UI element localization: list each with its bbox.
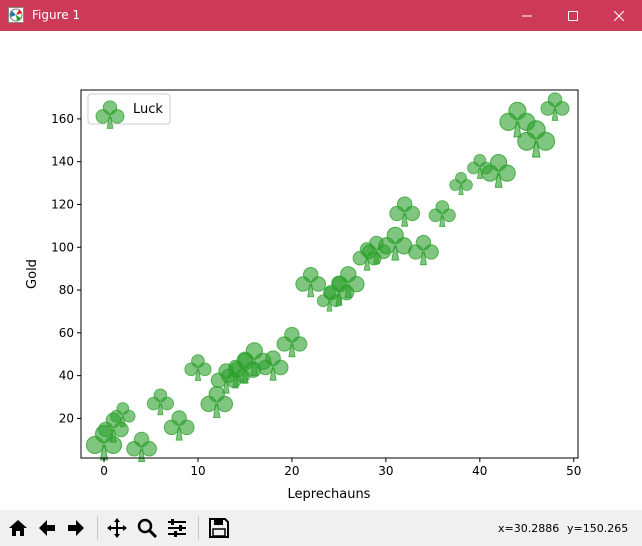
club-marker (184, 354, 212, 382)
club-marker (126, 431, 157, 463)
y-tick-label: 60 (59, 326, 74, 340)
club-marker (295, 266, 327, 298)
y-tick-label: 100 (51, 240, 74, 254)
club-marker (481, 153, 516, 188)
x-tick-label: 10 (190, 464, 205, 478)
zoom-button[interactable] (134, 515, 160, 541)
matplotlib-app-icon (8, 7, 24, 23)
y-tick-label: 140 (51, 155, 74, 169)
minimize-icon (522, 15, 532, 16)
sliders-icon (168, 519, 186, 537)
back-arrow-icon (39, 520, 55, 536)
close-icon (614, 10, 624, 21)
y-tick-label: 20 (59, 411, 74, 425)
configure-subplots-button[interactable] (164, 515, 190, 541)
x-tick-label: 20 (284, 464, 299, 478)
club-marker (449, 171, 473, 196)
window-title: Figure 1 (32, 8, 81, 22)
figure-canvas[interactable]: 0 10 20 30 40 50 20 40 60 80 100 120 140 160 Leprech… (0, 31, 642, 510)
maximize-icon (568, 10, 578, 21)
y-tick-label: 160 (51, 112, 74, 126)
pan-arrows-icon (107, 518, 127, 538)
forward-arrow-icon (68, 520, 84, 536)
legend-label: Luck (133, 102, 163, 117)
title-bar: Figure 1 (0, 0, 642, 31)
club-marker (408, 234, 439, 266)
cursor-y-readout: y=150.265 (567, 522, 629, 535)
legend: Luck (87, 93, 171, 129)
navigation-toolbar: x=30.2886 y=150.265 (0, 510, 642, 546)
home-button[interactable] (5, 515, 31, 541)
forward-button[interactable] (63, 515, 89, 541)
x-tick-label: 50 (566, 464, 581, 478)
cursor-x-readout: x=30.2886 (498, 522, 560, 535)
back-button[interactable] (34, 515, 60, 541)
home-icon (9, 520, 27, 536)
maximize-button[interactable] (550, 0, 596, 31)
x-tick-label: 40 (472, 464, 487, 478)
close-button[interactable] (596, 0, 642, 31)
y-tick-label: 80 (59, 283, 74, 297)
magnifier-icon (137, 518, 158, 539)
x-axis-label: Leprechauns (288, 487, 371, 502)
y-tick-label: 40 (59, 369, 74, 383)
club-marker (146, 388, 174, 416)
toolbar-separator (97, 516, 98, 540)
toolbar-separator (198, 516, 199, 540)
y-tick-label: 120 (51, 197, 74, 211)
scatter-chart: 0 10 20 30 40 50 20 40 60 80 100 120 140 160 Leprech… (25, 89, 581, 502)
club-marker (163, 410, 195, 441)
club-marker (428, 200, 456, 227)
floppy-disk-icon (209, 518, 229, 538)
pan-button[interactable] (104, 515, 130, 541)
y-axis-label: Gold (25, 259, 40, 289)
x-tick-label: 0 (100, 464, 108, 478)
club-marker (389, 196, 421, 227)
save-button[interactable] (206, 515, 232, 541)
club-marker (540, 92, 570, 121)
x-tick-label: 30 (378, 464, 393, 478)
minimize-button[interactable] (504, 0, 550, 31)
club-marker (276, 326, 308, 358)
